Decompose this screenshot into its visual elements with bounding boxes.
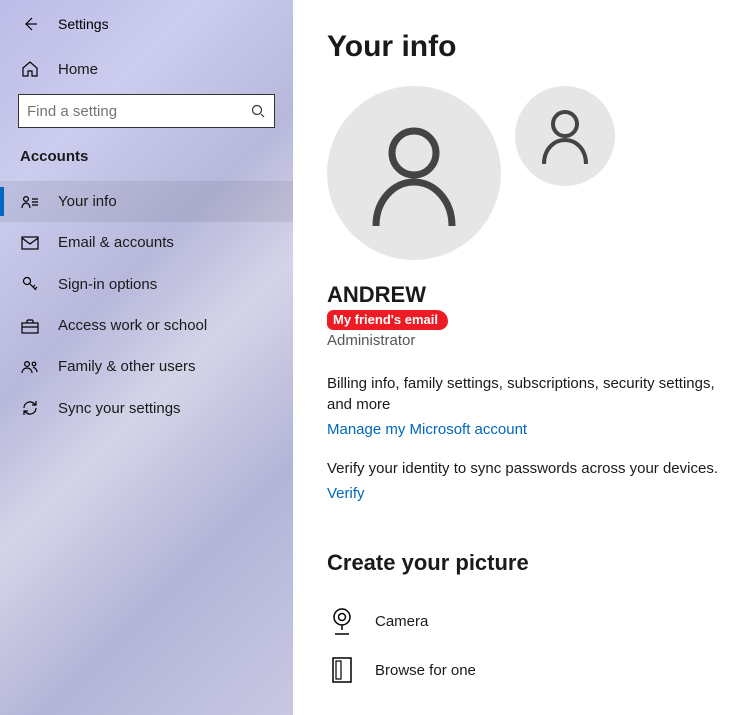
search-icon <box>250 103 266 124</box>
nav-email-accounts[interactable]: Email & accounts <box>0 222 293 263</box>
nav-label: Sync your settings <box>58 400 181 417</box>
nav-access-work-school[interactable]: Access work or school <box>0 305 293 346</box>
search-box[interactable] <box>18 94 275 128</box>
search-container <box>0 90 293 138</box>
billing-description: Billing info, family settings, subscript… <box>327 373 720 415</box>
back-button[interactable] <box>20 14 40 34</box>
create-picture-heading: Create your picture <box>327 550 720 576</box>
nav-label: Sign-in options <box>58 276 157 293</box>
browse-option[interactable]: Browse for one <box>327 646 720 694</box>
nav-sync-settings[interactable]: Sync your settings <box>0 387 293 429</box>
email-icon <box>20 236 40 250</box>
nav-signin-options[interactable]: Sign-in options <box>0 263 293 305</box>
sidebar-header: Settings <box>0 0 293 48</box>
redacted-email: My friend's email <box>327 310 448 330</box>
sync-icon <box>20 399 40 417</box>
user-name: ANDREW <box>327 282 720 308</box>
window-title: Settings <box>58 16 109 32</box>
arrow-left-icon <box>22 16 38 32</box>
avatar-small[interactable] <box>515 86 615 186</box>
verify-description: Verify your identity to sync passwords a… <box>327 458 720 479</box>
home-icon <box>20 60 40 78</box>
camera-icon <box>327 606 357 636</box>
avatar-row <box>327 86 720 276</box>
home-label: Home <box>58 61 98 78</box>
settings-sidebar: Settings Home Accounts Your info Email &… <box>0 0 293 715</box>
nav-family-users[interactable]: Family & other users <box>0 346 293 387</box>
key-icon <box>20 275 40 293</box>
nav-label: Email & accounts <box>58 234 174 251</box>
camera-label: Camera <box>375 613 428 630</box>
browse-icon <box>327 656 357 684</box>
avatar-large <box>327 86 501 260</box>
person-icon <box>362 118 466 228</box>
your-info-icon <box>20 195 40 209</box>
nav-label: Family & other users <box>58 358 196 375</box>
browse-label: Browse for one <box>375 662 476 679</box>
people-icon <box>20 359 40 375</box>
camera-option[interactable]: Camera <box>327 596 720 646</box>
page-title: Your info <box>327 30 720 64</box>
nav-label: Your info <box>58 193 117 210</box>
briefcase-icon <box>20 318 40 334</box>
category-heading: Accounts <box>0 138 293 181</box>
manage-account-link[interactable]: Manage my Microsoft account <box>327 421 527 438</box>
user-role: Administrator <box>327 332 720 349</box>
main-content: Your info ANDREW My friend's email Admin… <box>293 0 750 715</box>
search-input[interactable] <box>27 103 240 120</box>
verify-link[interactable]: Verify <box>327 485 365 502</box>
home-nav-item[interactable]: Home <box>0 48 293 90</box>
person-icon <box>537 106 593 166</box>
nav-label: Access work or school <box>58 317 207 334</box>
nav-your-info[interactable]: Your info <box>0 181 293 222</box>
